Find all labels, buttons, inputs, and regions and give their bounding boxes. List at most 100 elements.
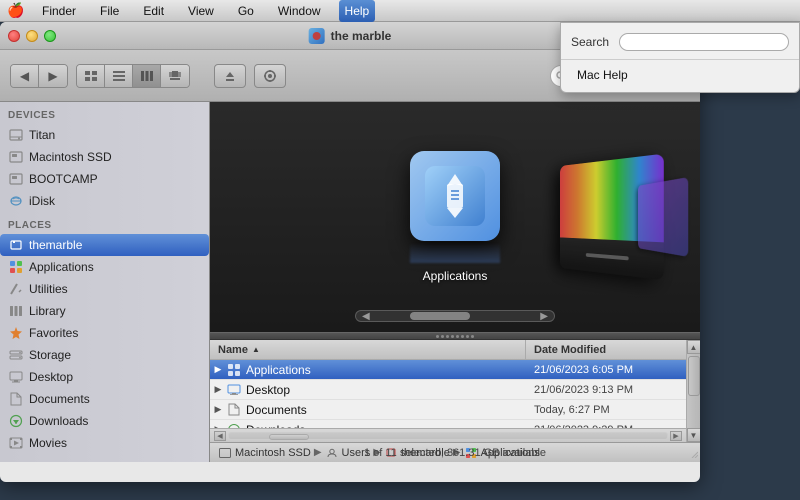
menubar-view[interactable]: View <box>182 0 220 22</box>
sidebar-item-applications[interactable]: Applications <box>0 256 209 278</box>
documents-icon <box>8 391 24 407</box>
hscroll-thumb[interactable] <box>269 434 309 440</box>
eject-button[interactable] <box>214 64 246 88</box>
storage-icon <box>8 347 24 363</box>
file-icon-apps <box>226 362 242 378</box>
movies-icon <box>8 435 24 451</box>
path-macintosh-ssd[interactable]: Macintosh SSD <box>235 447 311 459</box>
sidebar-label-downloads: Downloads <box>29 414 88 428</box>
view-list-button[interactable] <box>105 65 133 87</box>
library-icon <box>8 303 24 319</box>
menubar-go[interactable]: Go <box>232 0 260 22</box>
cover-flow[interactable]: Applications ◀ ▶ <box>210 102 700 332</box>
help-search-input[interactable] <box>619 33 789 51</box>
minimize-button[interactable] <box>26 30 38 42</box>
utilities-icon <box>8 281 24 297</box>
file-name-applications: Applications <box>246 363 526 377</box>
expand-arrow[interactable]: ▶ <box>210 384 226 395</box>
menubar-finder[interactable]: Finder <box>36 0 82 22</box>
window-icon <box>309 28 325 44</box>
help-divider <box>561 59 799 60</box>
sidebar-item-bootcamp[interactable]: BOOTCAMP <box>0 168 209 190</box>
sidebar-label-documents: Documents <box>29 392 90 406</box>
table-row[interactable]: ▶ Downloads 21/06/2023 9:29 PM <box>210 420 686 428</box>
file-list: ▶ Applications 21/06/2023 6:05 PM ▶ <box>210 360 686 428</box>
expand-arrow[interactable]: ▶ <box>210 404 226 415</box>
file-name-desktop: Desktop <box>246 383 526 397</box>
sidebar-label-library: Library <box>29 304 66 318</box>
file-date-documents: Today, 6:27 PM <box>526 404 686 416</box>
coverflow-center-item[interactable]: Applications <box>410 151 500 283</box>
view-column-button[interactable] <box>133 65 161 87</box>
view-icon-button[interactable] <box>77 65 105 87</box>
file-name-documents: Documents <box>246 403 526 417</box>
menubar-help[interactable]: Help <box>339 0 376 22</box>
sidebar-item-favorites[interactable]: Favorites <box>0 322 209 344</box>
sidebar-item-documents[interactable]: Documents <box>0 388 209 410</box>
sidebar-label-movies: Movies <box>29 436 67 450</box>
sidebar-label-favorites: Favorites <box>29 326 78 340</box>
help-dropdown: Search Mac Help <box>560 22 800 93</box>
file-horizontal-scrollbar[interactable]: ◀ ▶ <box>210 428 686 442</box>
coverflow-label: Applications <box>423 269 488 283</box>
sidebar-item-library[interactable]: Library <box>0 300 209 322</box>
back-button[interactable]: ◀ <box>11 65 39 87</box>
vertical-scrollbar[interactable]: ▲ ▼ <box>686 340 700 442</box>
sidebar-item-macintosh-ssd[interactable]: Macintosh SSD <box>0 146 209 168</box>
menubar: 🍎 Finder File Edit View Go Window Help S… <box>0 0 800 22</box>
sidebar-item-downloads[interactable]: Downloads <box>0 410 209 432</box>
forward-button[interactable]: ▶ <box>39 65 67 87</box>
sidebar-label-storage: Storage <box>29 348 71 362</box>
close-button[interactable] <box>8 30 20 42</box>
vscroll-track[interactable] <box>687 354 700 428</box>
table-row[interactable]: ▶ Applications 21/06/2023 6:05 PM <box>210 360 686 380</box>
help-search-row: Search <box>561 29 799 55</box>
sidebar-item-idisk[interactable]: iDisk <box>0 190 209 212</box>
expand-arrow[interactable]: ▶ <box>210 364 226 375</box>
sidebar: DEVICES Titan Macintosh SSD BOOTCAMP <box>0 102 210 462</box>
nav-buttons: ◀ ▶ <box>10 64 68 88</box>
col-header-name[interactable]: Name ▲ <box>210 340 526 359</box>
help-mac-help[interactable]: Mac Help <box>561 64 799 86</box>
sidebar-item-desktop[interactable]: Desktop <box>0 366 209 388</box>
ssd-icon <box>8 149 24 165</box>
coverflow-right-arrow[interactable]: ▶ <box>540 311 548 322</box>
file-icon-documents <box>226 402 242 418</box>
file-list-wrap: Name ▲ Date Modified ▶ <box>210 340 700 442</box>
coverflow-thumb[interactable] <box>410 312 470 320</box>
sidebar-label-themarble: themarble <box>29 238 82 252</box>
sort-arrow: ▲ <box>252 345 260 354</box>
coverflow-left-arrow[interactable]: ◀ <box>362 311 370 322</box>
menubar-window[interactable]: Window <box>272 0 327 22</box>
hscroll-left-arrow[interactable]: ◀ <box>214 431 226 441</box>
vscroll-up-arrow[interactable]: ▲ <box>687 340 701 354</box>
sidebar-item-themarble[interactable]: themarble <box>0 234 209 256</box>
menubar-edit[interactable]: Edit <box>137 0 170 22</box>
vscroll-thumb[interactable] <box>688 356 700 396</box>
sidebar-item-movies[interactable]: Movies <box>0 432 209 454</box>
resize-corner[interactable] <box>686 446 700 460</box>
table-row[interactable]: ▶ Desktop 21/06/2023 9:13 PM <box>210 380 686 400</box>
sidebar-label-applications: Applications <box>29 260 94 274</box>
sidebar-item-storage[interactable]: Storage <box>0 344 209 366</box>
hscroll-right-arrow[interactable]: ▶ <box>670 431 682 441</box>
view-coverflow-button[interactable] <box>161 65 189 87</box>
vscroll-down-arrow[interactable]: ▼ <box>687 428 701 442</box>
action-button[interactable] <box>254 64 286 88</box>
apps-coverflow-icon <box>410 151 500 241</box>
file-date-applications: 21/06/2023 6:05 PM <box>526 364 686 376</box>
col-header-date[interactable]: Date Modified <box>526 340 686 359</box>
coverflow-scrollbar[interactable]: ◀ ▶ <box>355 310 555 322</box>
menubar-file[interactable]: File <box>94 0 125 22</box>
favorites-icon <box>8 325 24 341</box>
path-arrow-1: ▶ <box>314 447 322 458</box>
sidebar-item-utilities[interactable]: Utilities <box>0 278 209 300</box>
file-list-inner: Name ▲ Date Modified ▶ <box>210 340 686 442</box>
apple-menu[interactable]: 🍎 <box>8 3 24 19</box>
downloads-icon <box>8 413 24 429</box>
table-row[interactable]: ▶ Documents Today, 6:27 PM <box>210 400 686 420</box>
maximize-button[interactable] <box>44 30 56 42</box>
file-icon-desktop <box>226 382 242 398</box>
sidebar-item-titan[interactable]: Titan <box>0 124 209 146</box>
cf-divider[interactable] <box>210 332 700 340</box>
